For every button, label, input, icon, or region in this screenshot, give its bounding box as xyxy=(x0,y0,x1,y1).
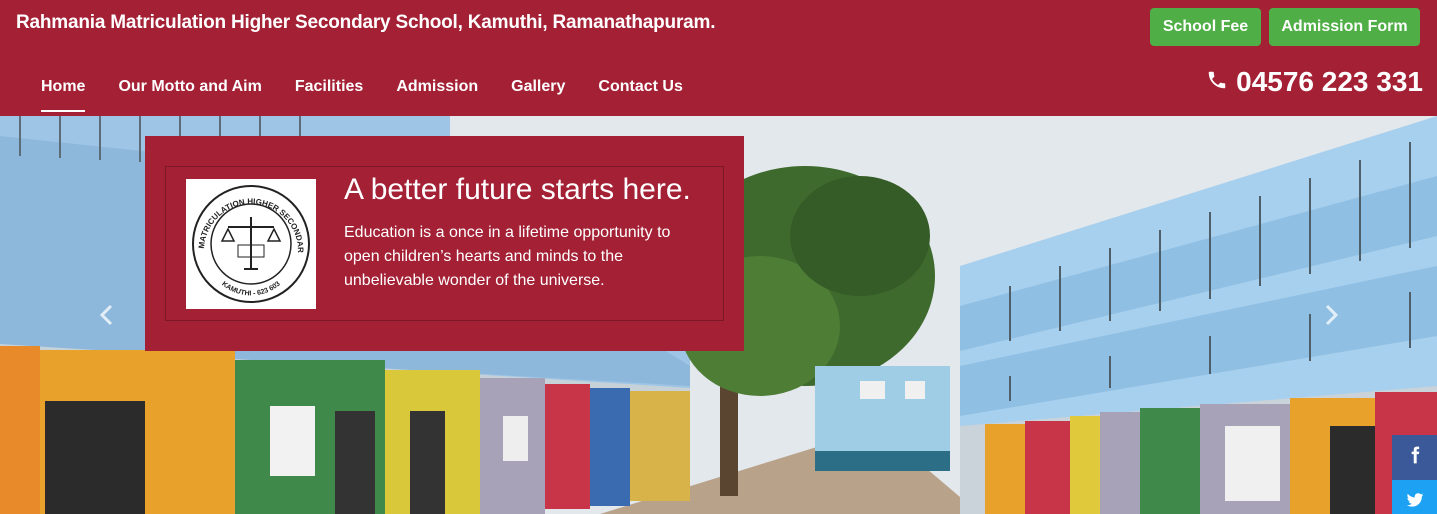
school-fee-button[interactable]: School Fee xyxy=(1150,8,1261,46)
carousel-prev-button[interactable] xyxy=(92,302,122,332)
social-share-bar xyxy=(1392,435,1437,514)
nav-item-facilities[interactable]: Facilities xyxy=(280,78,378,102)
logo-top-text: RAHMANIA MATRICULATION HIGHER SECONDARY … xyxy=(183,172,305,253)
nav-item-motto-aim[interactable]: Our Motto and Aim xyxy=(103,78,276,102)
main-nav: Home Our Motto and Aim Facilities Admiss… xyxy=(26,78,701,112)
svg-text:RAHMANIA MATRICULATION HIGHER: RAHMANIA MATRICULATION HIGHER SECONDARY … xyxy=(186,179,305,253)
phone-icon xyxy=(1206,66,1228,98)
phone-text: 04576 223 331 xyxy=(1236,66,1423,97)
hero-carousel: RAHMANIA MATRICULATION HIGHER SECONDARY … xyxy=(0,116,1437,514)
chevron-left-icon xyxy=(98,304,116,331)
facebook-icon xyxy=(1405,445,1425,470)
admission-form-button[interactable]: Admission Form xyxy=(1269,8,1420,46)
school-name: Rahmania Matriculation Higher Secondary … xyxy=(16,12,716,33)
svg-text:KAMUTHI - 623 603: KAMUTHI - 623 603 xyxy=(220,280,282,297)
site-header: Rahmania Matriculation Higher Secondary … xyxy=(0,0,1437,116)
carousel-caption: RAHMANIA MATRICULATION HIGHER SECONDARY … xyxy=(145,136,744,351)
nav-item-admission[interactable]: Admission xyxy=(381,78,493,102)
school-logo: RAHMANIA MATRICULATION HIGHER SECONDARY … xyxy=(183,172,316,309)
chevron-right-icon xyxy=(1322,304,1340,331)
phone-number[interactable]: 04576 223 331 xyxy=(1206,66,1423,98)
caption-title: A better future starts here. xyxy=(344,173,691,206)
twitter-icon xyxy=(1405,490,1425,514)
facebook-share-button[interactable] xyxy=(1392,435,1437,480)
logo-bottom-text: KAMUTHI - 623 603 xyxy=(220,280,282,297)
caption-text: Education is a once in a lifetime opport… xyxy=(344,224,671,289)
twitter-share-button[interactable] xyxy=(1392,480,1437,514)
nav-item-gallery[interactable]: Gallery xyxy=(496,78,580,102)
caption-frame: RAHMANIA MATRICULATION HIGHER SECONDARY … xyxy=(165,166,724,321)
nav-item-contact[interactable]: Contact Us xyxy=(583,78,697,102)
carousel-next-button[interactable] xyxy=(1316,302,1346,332)
nav-item-home[interactable]: Home xyxy=(26,78,100,112)
